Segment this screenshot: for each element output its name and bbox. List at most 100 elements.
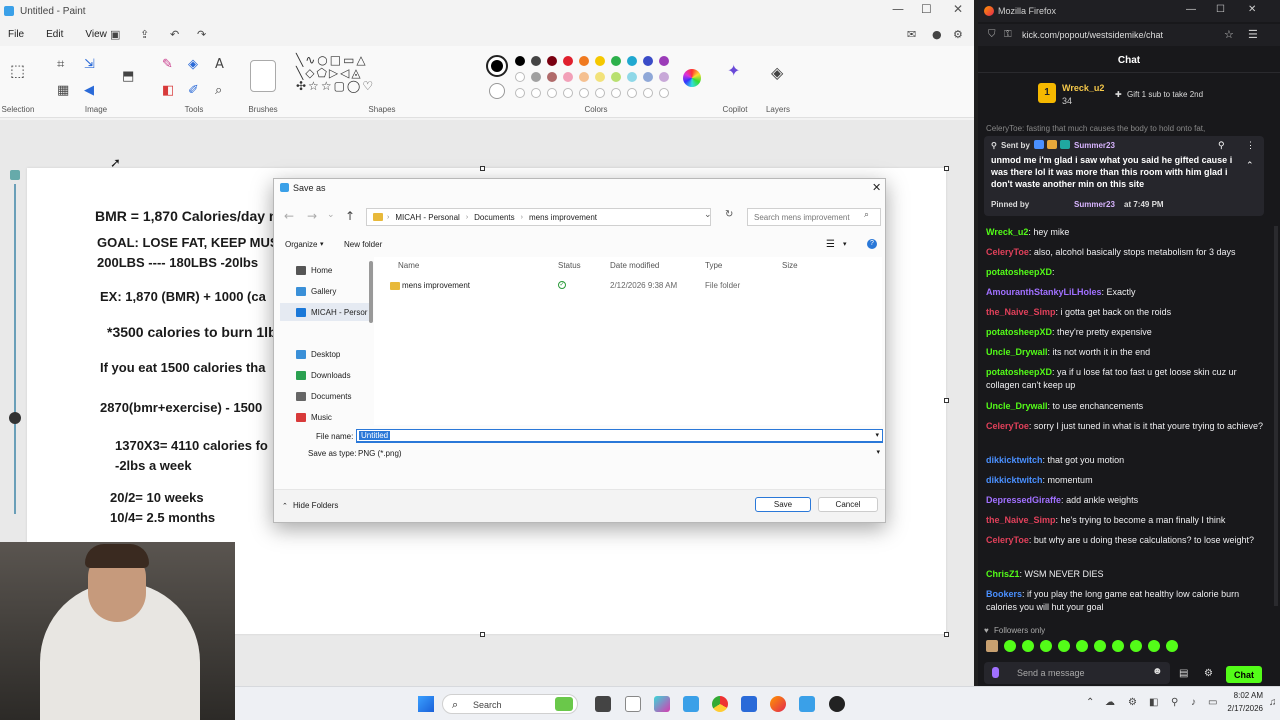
column-name[interactable]: Name	[398, 261, 419, 270]
chat-scrollbar[interactable]	[1274, 226, 1278, 606]
copilot-icon[interactable]: ✦	[727, 63, 740, 79]
emote-icon[interactable]	[1166, 640, 1178, 652]
ff-maximize-icon[interactable]: ☐	[1216, 4, 1225, 15]
rotate-icon[interactable]: ◀	[84, 84, 94, 98]
chat-message[interactable]: the_Naive_Simp: he's trying to become a …	[986, 514, 1272, 527]
palette-custom-swatch[interactable]	[579, 88, 589, 98]
nav-item[interactable]: Desktop	[280, 345, 370, 363]
chat-username[interactable]: Bookers	[986, 589, 1022, 599]
clock-date[interactable]: 2/17/2026	[1215, 704, 1263, 713]
zoom-slider[interactable]	[14, 184, 16, 514]
layers-icon[interactable]: ◈	[771, 65, 783, 81]
help-icon[interactable]: ?	[867, 239, 877, 249]
palette-custom-swatch[interactable]	[643, 88, 653, 98]
edit-colors-icon[interactable]	[683, 69, 701, 87]
emote-icon[interactable]	[1004, 640, 1016, 652]
file-row[interactable]: mens improvement ✓ 2/12/2026 9:38 AM Fil…	[374, 277, 882, 293]
chat-message[interactable]: ChrisZ1: WSM NEVER DIES	[986, 568, 1272, 581]
chat-username[interactable]: the_Naive_Simp	[986, 515, 1056, 525]
lock-icon[interactable]	[9, 412, 21, 424]
nav-item[interactable]: Gallery	[280, 282, 370, 300]
breadcrumb-item[interactable]: Documents	[474, 213, 514, 222]
palette-color-swatch[interactable]	[547, 72, 557, 82]
dialog-close-icon[interactable]: ✕	[872, 181, 881, 194]
text-icon[interactable]: A	[215, 58, 224, 72]
chat-message[interactable]: Uncle_Drywall: to use enchancements	[986, 400, 1272, 413]
refresh-icon[interactable]: ↻	[725, 209, 733, 220]
chat-username[interactable]: dikkicktwitch	[986, 455, 1043, 465]
undo-icon[interactable]: ↶	[170, 28, 179, 42]
emote-icon[interactable]	[1148, 640, 1160, 652]
canvas-resize-handle[interactable]	[944, 632, 949, 637]
chat-settings-icon[interactable]: ⚙	[1204, 668, 1213, 679]
emote-icon[interactable]	[1022, 640, 1034, 652]
emoji-icon[interactable]: ☻	[1152, 666, 1163, 677]
chat-username[interactable]: Uncle_Drywall	[986, 401, 1048, 411]
chrome-icon[interactable]	[712, 696, 728, 712]
breadcrumb-item[interactable]: mens improvement	[529, 213, 597, 222]
palette-color-swatch[interactable]	[515, 72, 525, 82]
ff-close-icon[interactable]: ✕	[1248, 4, 1256, 15]
chat-username[interactable]: potatosheepXD	[986, 367, 1052, 377]
chat-message[interactable]: CeleryToe: sorry I just tuned in what is…	[986, 420, 1272, 433]
bookmark-star-icon[interactable]: ☆	[1224, 28, 1234, 41]
nav-item[interactable]: Home	[280, 261, 370, 279]
nav-item[interactable]: MICAH - Persor	[280, 303, 370, 321]
menu-edit[interactable]: Edit	[46, 29, 63, 40]
emote-icon[interactable]	[1076, 640, 1088, 652]
ff-minimize-icon[interactable]: —	[1186, 4, 1196, 15]
palette-color-swatch[interactable]	[563, 72, 573, 82]
palette-color-swatch[interactable]	[643, 56, 653, 66]
firefox-taskbar-icon[interactable]	[770, 696, 786, 712]
breadcrumb-item[interactable]: MICAH - Personal	[395, 213, 459, 222]
save-type-select[interactable]: PNG (*.png) ▾	[356, 446, 883, 460]
chat-username[interactable]: DepressedGiraffe	[986, 495, 1061, 505]
palette-color-swatch[interactable]	[595, 72, 605, 82]
palette-color-swatch[interactable]	[659, 56, 669, 66]
palette-color-swatch[interactable]	[643, 72, 653, 82]
hide-folders-button[interactable]: Hide Folders	[293, 501, 338, 510]
chat-message[interactable]: Wreck_u2: hey mike	[986, 226, 1272, 239]
network-icon[interactable]: ⚲	[1171, 697, 1178, 708]
save-icon[interactable]: ▣	[110, 28, 120, 42]
settings-icon[interactable]: ⚙	[953, 28, 963, 42]
palette-custom-swatch[interactable]	[627, 88, 637, 98]
chat-username[interactable]: AmouranthStankyLiLHoles	[986, 287, 1102, 297]
chat-message[interactable]: the_Naive_Simp: i gotta get back on the …	[986, 306, 1272, 319]
canvas-resize-handle[interactable]	[944, 398, 949, 403]
color-2-selector[interactable]	[489, 83, 505, 99]
color-picker-icon[interactable]: ✐	[188, 84, 199, 98]
image-select-icon[interactable]: ⬒	[122, 70, 134, 84]
tray-chevron-icon[interactable]: ⌃	[1086, 697, 1094, 708]
close-icon[interactable]: ✕	[953, 2, 963, 16]
nav-scrollbar[interactable]	[369, 261, 373, 323]
shield-icon[interactable]: ⛉	[988, 29, 996, 40]
fill-icon[interactable]: ◈	[188, 58, 198, 72]
palette-custom-swatch[interactable]	[515, 88, 525, 98]
chat-username[interactable]: Uncle_Drywall	[986, 347, 1048, 357]
canvas-resize-handle[interactable]	[480, 632, 485, 637]
palette-color-swatch[interactable]	[611, 72, 621, 82]
crop-icon[interactable]: ⌗	[57, 58, 64, 72]
palette-custom-swatch[interactable]	[595, 88, 605, 98]
column-type[interactable]: Type	[705, 261, 722, 270]
notification-bell-icon[interactable]: ♫	[1269, 697, 1277, 708]
emote-icon[interactable]	[1130, 640, 1142, 652]
account-icon[interactable]: ●	[932, 28, 942, 42]
emote-icon[interactable]	[1058, 640, 1070, 652]
brushes-button[interactable]	[250, 60, 276, 92]
resize-icon[interactable]: ⇲	[84, 58, 95, 72]
taskbar-search[interactable]: ⌕ Search	[442, 694, 578, 714]
maximize-icon[interactable]: ☐	[921, 2, 932, 16]
menu-icon[interactable]: ☰	[1248, 28, 1258, 41]
nav-item[interactable]: Downloads	[280, 366, 370, 384]
chat-message[interactable]: CeleryToe: but why are u doing these cal…	[986, 534, 1272, 547]
palette-color-swatch[interactable]	[579, 56, 589, 66]
palette-color-swatch[interactable]	[563, 56, 573, 66]
more-options-icon[interactable]: ⋮	[1246, 140, 1255, 151]
menu-view[interactable]: View	[85, 29, 107, 40]
breadcrumb[interactable]: › MICAH - Personal › Documents › mens im…	[366, 208, 711, 226]
emote-icon[interactable]	[1040, 640, 1052, 652]
chat-message[interactable]: DepressedGiraffe: add ankle weights	[986, 494, 1272, 507]
palette-color-swatch[interactable]	[531, 56, 541, 66]
